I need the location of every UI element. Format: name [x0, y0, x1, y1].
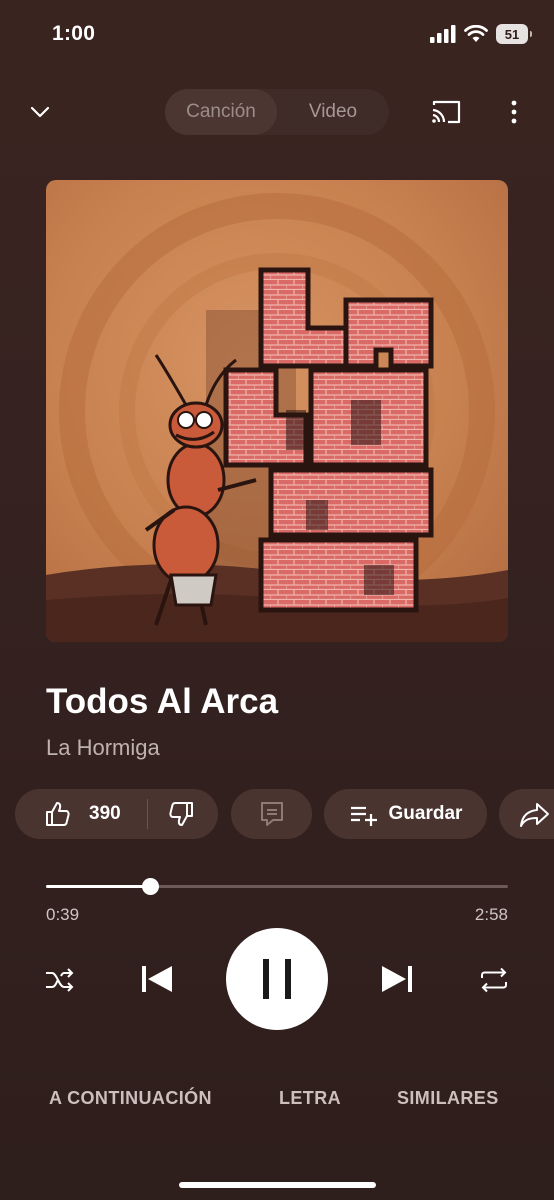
signal-icon — [430, 25, 456, 43]
pause-button[interactable] — [226, 928, 328, 1030]
pause-icon — [263, 959, 291, 999]
tab-related[interactable]: SIMILARES — [397, 1088, 499, 1109]
cast-icon[interactable] — [430, 98, 462, 126]
next-icon[interactable] — [380, 964, 414, 994]
comment-icon — [260, 802, 283, 826]
like-dislike-group: 390 — [15, 789, 218, 839]
like-count: 390 — [89, 803, 121, 824]
thumbs-down-icon[interactable] — [168, 800, 196, 828]
playlist-add-icon — [350, 806, 377, 826]
shuffle-icon[interactable] — [44, 965, 76, 995]
home-indicator[interactable] — [179, 1182, 376, 1188]
chevron-down-icon[interactable] — [26, 98, 54, 126]
battery-level: 51 — [504, 26, 520, 42]
share-button[interactable] — [499, 789, 554, 839]
album-cover-image — [46, 193, 508, 642]
status-icons: 51 — [430, 24, 532, 44]
tab-video[interactable]: Video — [277, 89, 389, 135]
current-time: 0:39 — [46, 905, 80, 924]
tab-song[interactable]: Canción — [165, 89, 277, 135]
progress-fill — [46, 885, 150, 888]
previous-icon[interactable] — [140, 964, 174, 994]
song-title: Todos Al Arca — [46, 682, 279, 721]
battery-icon: 51 — [496, 24, 532, 44]
comments-button[interactable] — [231, 789, 312, 839]
repeat-icon[interactable] — [478, 965, 510, 995]
like-divider — [146, 799, 148, 829]
progress-track[interactable] — [46, 878, 508, 895]
save-label: Guardar — [388, 803, 463, 824]
tab-lyrics[interactable]: LETRA — [279, 1088, 341, 1109]
status-time: 1:00 — [52, 22, 96, 45]
thumbs-up-icon[interactable] — [43, 800, 71, 828]
album-art — [46, 180, 508, 642]
save-button[interactable]: Guardar — [324, 789, 487, 839]
progress-thumb[interactable] — [141, 878, 159, 895]
wifi-icon — [464, 25, 488, 42]
share-icon — [520, 803, 549, 827]
song-video-toggle: Canción Video — [165, 89, 389, 135]
total-time: 2:58 — [474, 905, 508, 924]
tab-up-next[interactable]: A CONTINUACIÓN — [49, 1088, 212, 1109]
artist-name[interactable]: La Hormiga — [46, 735, 160, 761]
more-options-icon[interactable] — [504, 98, 524, 126]
